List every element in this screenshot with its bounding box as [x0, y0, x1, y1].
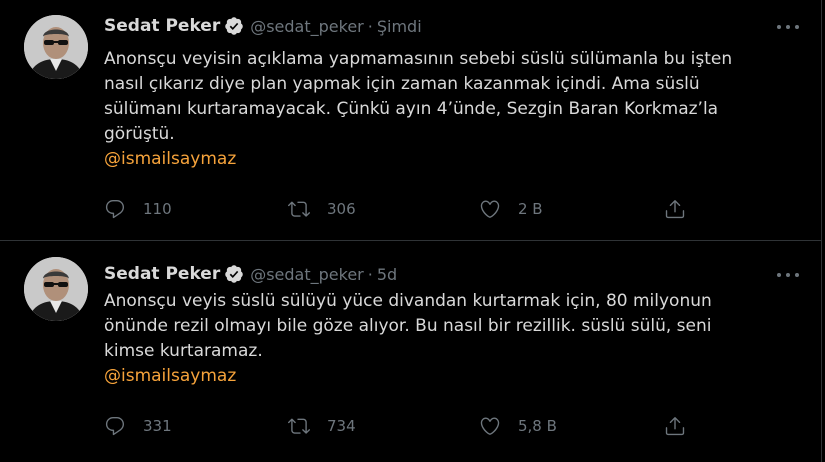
tweet-body: Anonsçu veyis süslü sülüyü yüce divandan…	[104, 291, 712, 361]
mention-link[interactable]: @ismailsaymaz	[104, 147, 764, 172]
speech-bubble-icon	[105, 417, 125, 436]
retweet-button[interactable]: 306	[288, 198, 356, 220]
share-upload-icon	[665, 417, 685, 436]
verified-badge-icon	[225, 17, 243, 35]
separator-dot: ·	[367, 16, 373, 36]
timestamp[interactable]: Şimdi	[377, 17, 422, 36]
timestamp[interactable]: 5d	[377, 265, 397, 284]
retweet-arrows-icon	[288, 418, 310, 434]
share-button[interactable]	[664, 198, 686, 220]
like-button[interactable]: 2 B	[479, 198, 543, 220]
tweet-text: Anonsçu veyisin açıklama yapmamasının se…	[104, 47, 764, 172]
profile-photo	[24, 15, 88, 79]
ellipsis-icon[interactable]	[777, 268, 799, 282]
author-handle[interactable]: @sedat_peker	[250, 265, 364, 284]
tweet-header: Sedat Peker @sedat_peker · 5d	[104, 262, 397, 286]
timeline: Sedat Peker @sedat_peker · Şimdi Anonsçu…	[0, 0, 822, 462]
reply-count: 331	[143, 417, 172, 435]
reply-button[interactable]: 110	[104, 198, 172, 220]
avatar[interactable]	[24, 15, 88, 79]
like-button[interactable]: 5,8 B	[479, 415, 557, 437]
separator-dot: ·	[367, 264, 373, 284]
tweet-text: Anonsçu veyis süslü sülüyü yüce divandan…	[104, 289, 764, 389]
share-upload-icon	[665, 200, 685, 219]
author-name[interactable]: Sedat Peker	[104, 264, 220, 284]
share-button[interactable]	[664, 415, 686, 437]
tweet-body: Anonsçu veyisin açıklama yapmamasının se…	[104, 49, 733, 144]
heart-icon	[480, 200, 500, 218]
retweet-count: 306	[327, 200, 356, 218]
speech-bubble-icon	[105, 200, 125, 219]
like-count: 5,8 B	[518, 417, 557, 435]
tweet[interactable]: Sedat Peker @sedat_peker · Şimdi Anonsçu…	[0, 0, 821, 241]
verified-badge-icon	[225, 265, 243, 283]
retweet-arrows-icon	[288, 201, 310, 217]
avatar[interactable]	[24, 257, 88, 321]
author-name[interactable]: Sedat Peker	[104, 16, 220, 36]
retweet-count: 734	[327, 417, 356, 435]
mention-link[interactable]: @ismailsaymaz	[104, 364, 764, 389]
ellipsis-icon[interactable]	[777, 20, 799, 34]
profile-photo	[24, 257, 88, 321]
reply-button[interactable]: 331	[104, 415, 172, 437]
like-count: 2 B	[518, 200, 543, 218]
tweet[interactable]: Sedat Peker @sedat_peker · 5d Anonsçu ve…	[0, 242, 821, 462]
author-handle[interactable]: @sedat_peker	[250, 17, 364, 36]
heart-icon	[480, 417, 500, 435]
retweet-button[interactable]: 734	[288, 415, 356, 437]
tweet-header: Sedat Peker @sedat_peker · Şimdi	[104, 14, 422, 38]
reply-count: 110	[143, 200, 172, 218]
